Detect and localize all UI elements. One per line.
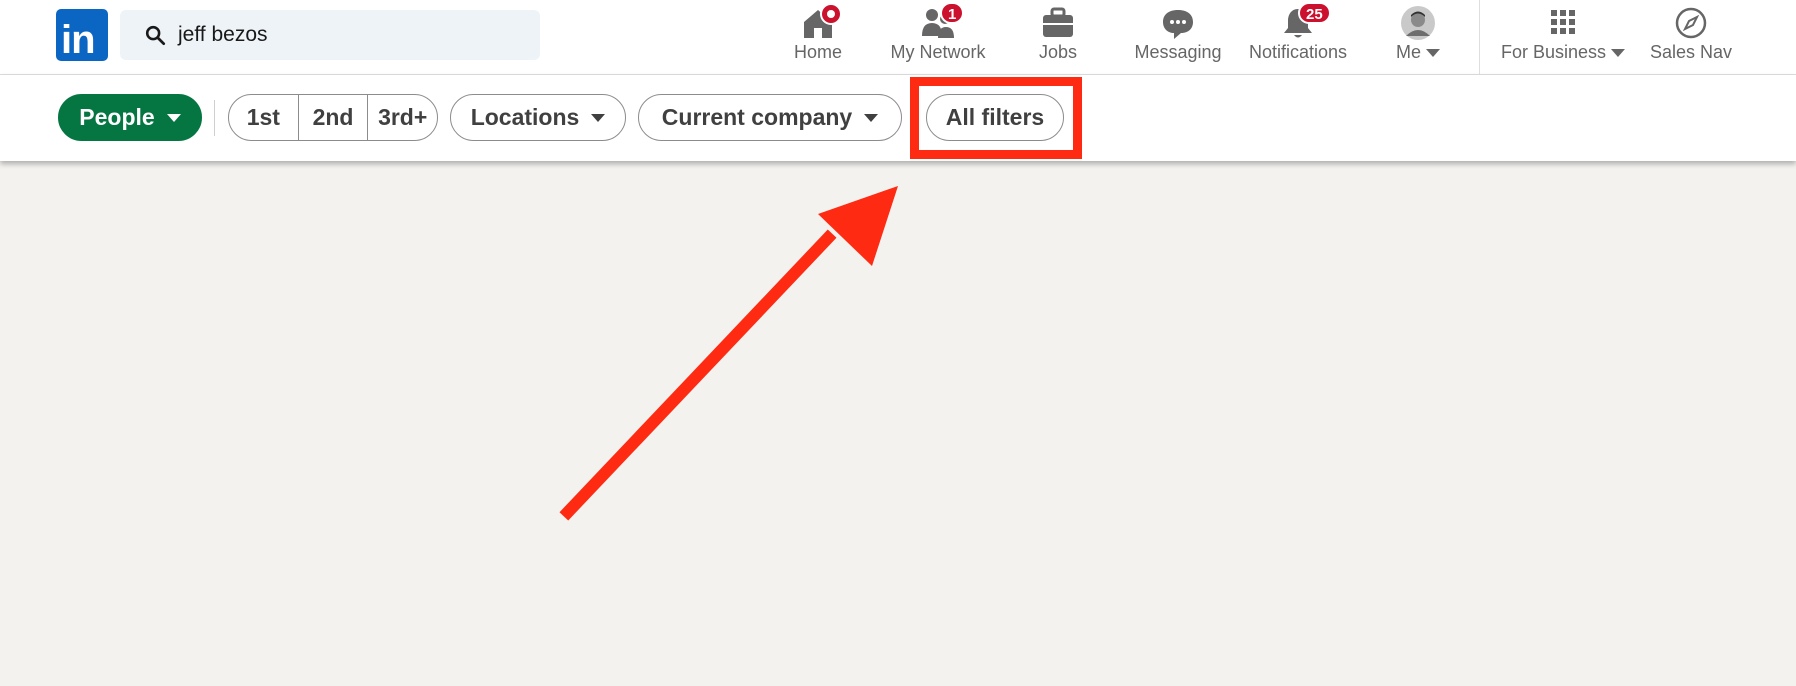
arrow-annotation: [559, 186, 898, 521]
